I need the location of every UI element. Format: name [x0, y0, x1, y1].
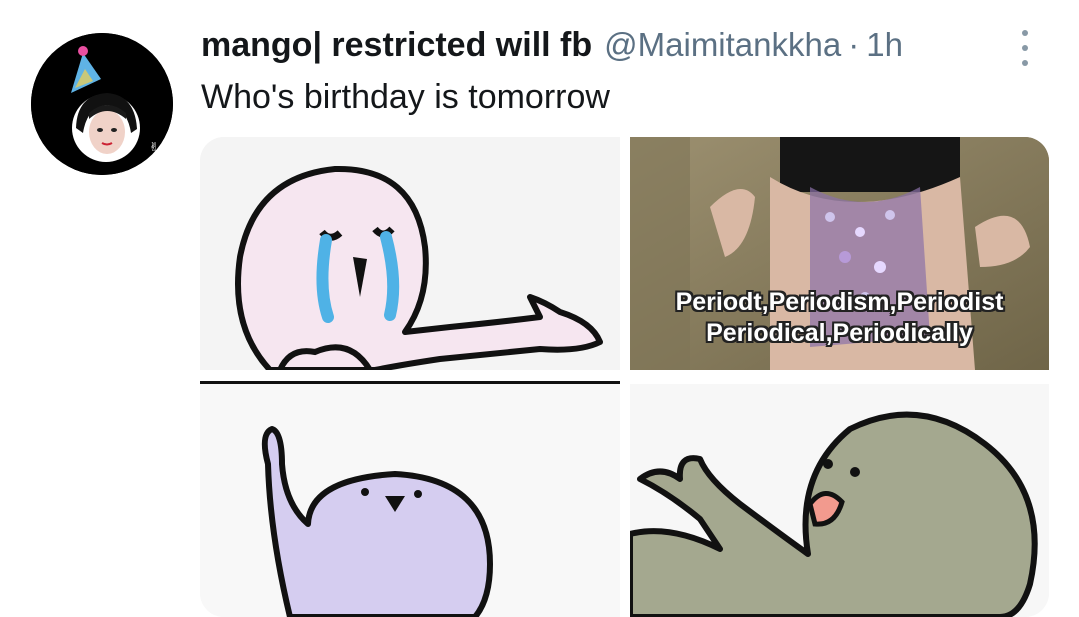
media-grid: Periodt,Periodism,Periodist Periodical,P… — [200, 137, 1049, 617]
tweet-text: Who's birthday is tomorrow — [201, 78, 610, 116]
media-image-4[interactable] — [630, 384, 1049, 617]
crying-blob-pointing-icon — [200, 137, 620, 370]
meme-caption-line-1: Periodt,Periodism,Periodist — [675, 288, 1004, 316]
media-image-3[interactable] — [200, 384, 620, 617]
avatar-image: ✌ — [31, 33, 173, 175]
media-image-1[interactable] — [200, 137, 620, 370]
meme-caption: Periodt,Periodism,Periodist Periodical,P… — [630, 287, 1049, 349]
svg-text:✌: ✌ — [149, 140, 159, 154]
display-name[interactable]: mango| restricted will fb — [201, 26, 592, 65]
user-handle[interactable]: @Maimitankkha — [604, 26, 841, 64]
timestamp[interactable]: 1h — [866, 26, 903, 64]
lavender-blob-raising-hand-icon — [200, 384, 620, 617]
separator-dot: · — [848, 26, 860, 63]
tweet-header: mango| restricted will fb @Maimitankkha … — [201, 26, 903, 72]
avatar[interactable]: ✌ — [31, 33, 173, 175]
more-options-icon[interactable] — [1014, 30, 1036, 66]
green-blob-reaching-icon — [630, 384, 1049, 617]
media-image-2[interactable]: Periodt,Periodism,Periodist Periodical,P… — [630, 137, 1049, 370]
meme-caption-line-2: Periodical,Periodically — [706, 319, 973, 347]
